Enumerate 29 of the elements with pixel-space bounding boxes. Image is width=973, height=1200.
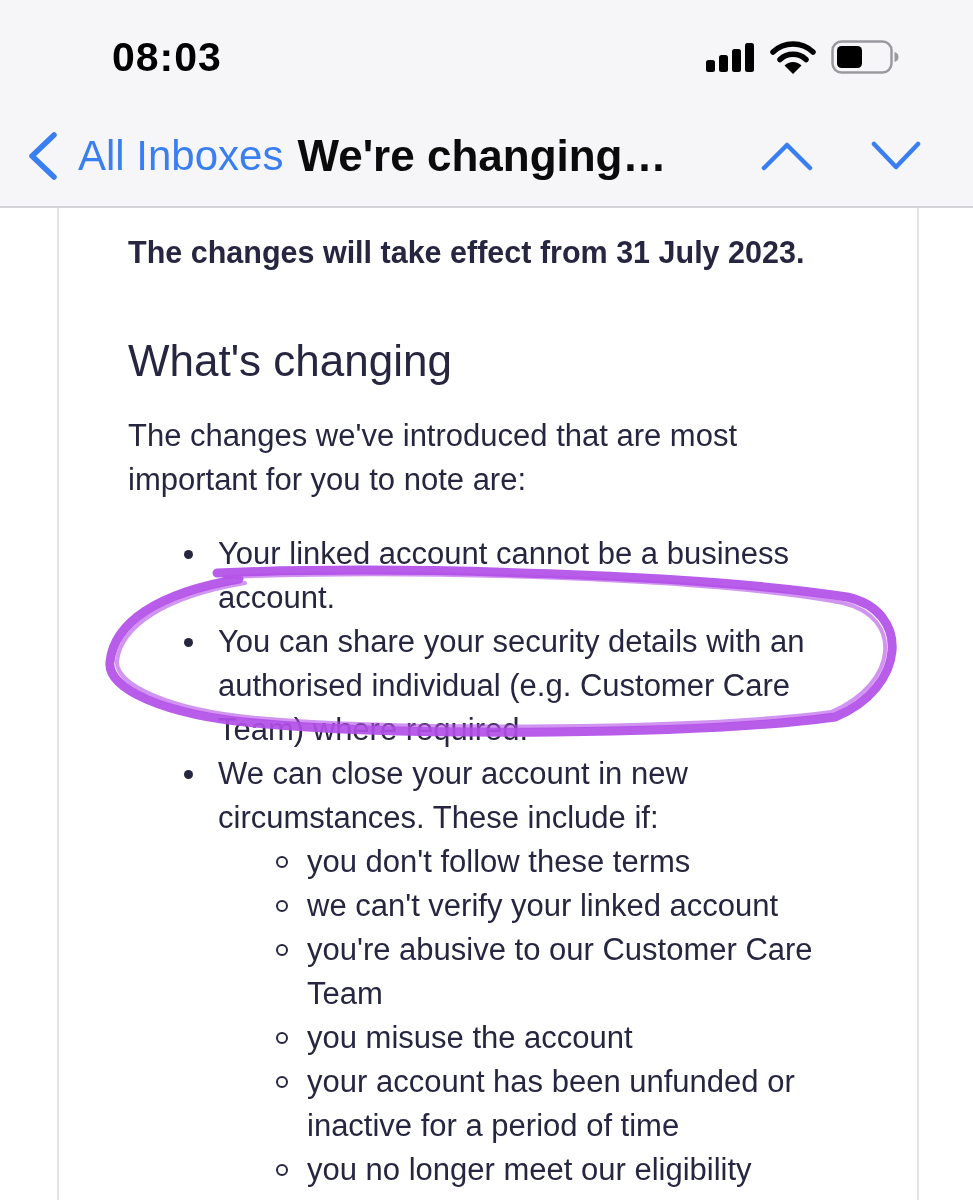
- hollow-bullet-icon: [276, 1076, 288, 1088]
- email-subject-title: We're changing…: [297, 131, 667, 181]
- previous-message-button[interactable]: [761, 141, 813, 171]
- back-chevron-icon: [28, 132, 58, 180]
- status-time: 08:03: [112, 33, 222, 81]
- hollow-bullet-icon: [276, 900, 288, 912]
- chevron-down-icon: [871, 141, 921, 171]
- bullet-dot-icon: [184, 549, 193, 559]
- bullet-text: We can close your account in new circumstances. These include if:: [218, 755, 689, 837]
- bullet-text: Your linked account cannot be a business account.: [218, 535, 791, 617]
- next-message-button[interactable]: [871, 141, 921, 171]
- sub-bullet-text: we can't verify your linked account: [307, 887, 780, 925]
- intro-paragraph: The changes we've introduced that are most important for you to note are:: [128, 417, 739, 499]
- bullet-dot-icon: [184, 769, 193, 779]
- hollow-bullet-icon: [276, 944, 288, 956]
- section-heading: What's changing: [128, 335, 453, 387]
- sub-bullet-text: you misuse the account: [307, 1019, 634, 1057]
- bullet-dot-icon: [184, 637, 193, 647]
- hollow-bullet-icon: [276, 1032, 288, 1044]
- hollow-bullet-icon: [276, 1164, 288, 1176]
- sub-bullet-text: you no longer meet our eligibility: [307, 1151, 753, 1189]
- chevron-up-icon: [761, 141, 813, 171]
- wifi-icon: [770, 40, 816, 74]
- signal-strength-icon: [706, 42, 755, 72]
- hollow-bullet-icon: [276, 856, 288, 868]
- back-button[interactable]: All Inboxes: [28, 132, 284, 180]
- battery-icon: [831, 40, 899, 74]
- effective-date-notice: The changes will take effect from 31 July 2023.: [128, 234, 806, 271]
- sub-bullet-text: you don't follow these terms: [307, 843, 692, 881]
